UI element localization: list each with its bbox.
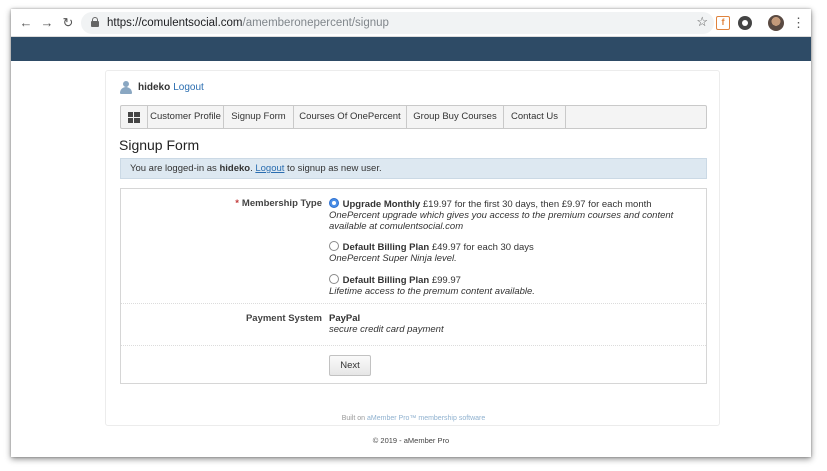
notice-text: You are logged-in as — [130, 163, 220, 174]
payment-description: secure credit card payment — [329, 324, 444, 335]
payment-name: PayPal — [329, 313, 361, 324]
username: hideko — [138, 82, 171, 93]
radio-billing-plan-30[interactable] — [329, 241, 339, 251]
membership-option[interactable]: Default Billing Plan £49.97 for each 30 … — [329, 241, 699, 264]
page-title: Signup Form — [119, 137, 200, 153]
submit-row: Next — [121, 346, 706, 383]
menu-item-signup-form[interactable]: Signup Form — [224, 106, 294, 128]
menu-item-courses[interactable]: Courses Of OnePercent — [294, 106, 407, 128]
option-description: Lifetime access to the premum content av… — [329, 286, 535, 297]
option-title: Default Billing Plan — [342, 242, 430, 253]
payment-system: PayPal secure credit card payment — [329, 313, 699, 335]
lock-icon — [91, 17, 99, 27]
user-status: hideko Logout — [120, 81, 204, 94]
option-description: OnePercent upgrade which gives you acces… — [329, 210, 674, 232]
extension-circle-icon[interactable] — [738, 16, 752, 30]
membership-label: * Membership Type — [235, 198, 322, 209]
site-header-bar — [11, 37, 811, 61]
option-title: Default Billing Plan — [342, 275, 430, 286]
logout-link[interactable]: Logout — [173, 82, 204, 93]
membership-label-text: Membership Type — [241, 198, 322, 209]
membership-option[interactable]: Upgrade Monthly £19.97 for the first 30 … — [329, 198, 699, 232]
reload-icon[interactable]: ↻ — [59, 14, 77, 32]
payment-label: Payment System — [245, 313, 322, 324]
membership-option[interactable]: Default Billing Plan £99.97 Lifetime acc… — [329, 274, 699, 297]
forward-arrow-icon[interactable]: → — [38, 14, 56, 32]
back-arrow-icon[interactable]: ← — [17, 14, 35, 32]
notice-text: to signup as new user. — [284, 163, 382, 174]
option-title: Upgrade Monthly — [342, 199, 421, 210]
extension-f-icon[interactable]: f — [716, 16, 730, 30]
option-price: £19.97 for the first 30 days, then £9.97… — [420, 199, 652, 210]
signup-form: * Membership Type Upgrade Monthly £19.97 … — [120, 188, 707, 384]
dashboard-icon[interactable] — [121, 106, 148, 128]
notice-username: hideko — [219, 163, 251, 174]
required-mark: * — [235, 198, 239, 209]
user-icon — [120, 81, 132, 94]
member-menu: Customer Profile Signup Form Courses Of … — [120, 105, 707, 129]
built-on-text: Built on — [341, 415, 368, 422]
profile-avatar[interactable] — [768, 15, 784, 31]
login-notice: You are logged-in as hideko. Logout to s… — [120, 158, 707, 179]
radio-billing-plan-lifetime[interactable] — [329, 274, 339, 284]
built-on-footer: Built on aMember Pro™ membership softwar… — [106, 415, 721, 422]
membership-row: * Membership Type Upgrade Monthly £19.97 … — [121, 189, 706, 304]
menu-item-contact[interactable]: Contact Us — [504, 106, 566, 128]
option-price: £49.97 for each 30 days — [429, 242, 534, 253]
browser-window: ← → ↻ https://comulentsocial.com/amember… — [11, 9, 811, 457]
option-price: £99.97 — [429, 275, 461, 286]
option-description: OnePercent Super Ninja level. — [329, 253, 457, 264]
next-button[interactable]: Next — [329, 355, 371, 376]
amember-link[interactable]: aMember Pro™ membership software — [367, 415, 485, 422]
browser-toolbar: ← → ↻ https://comulentsocial.com/amember… — [11, 9, 811, 37]
menu-item-customer-profile[interactable]: Customer Profile — [148, 106, 224, 128]
notice-logout-link[interactable]: Logout — [255, 163, 284, 174]
bookmark-star-icon[interactable]: ☆ — [696, 14, 708, 30]
payment-row: Payment System PayPal secure credit card… — [121, 304, 706, 346]
copyright: © 2019 - aMember Pro — [372, 436, 450, 445]
member-content: hideko Logout Customer Profile Signup Fo… — [105, 70, 720, 426]
kebab-menu-icon[interactable]: ⋮ — [792, 14, 805, 32]
radio-upgrade-monthly[interactable] — [329, 198, 339, 208]
address-bar[interactable]: https://comulentsocial.com/amemberoneper… — [81, 12, 714, 34]
menu-item-group-buy[interactable]: Group Buy Courses — [407, 106, 504, 128]
url-text[interactable]: https://comulentsocial.com/amemberoneper… — [107, 15, 389, 31]
